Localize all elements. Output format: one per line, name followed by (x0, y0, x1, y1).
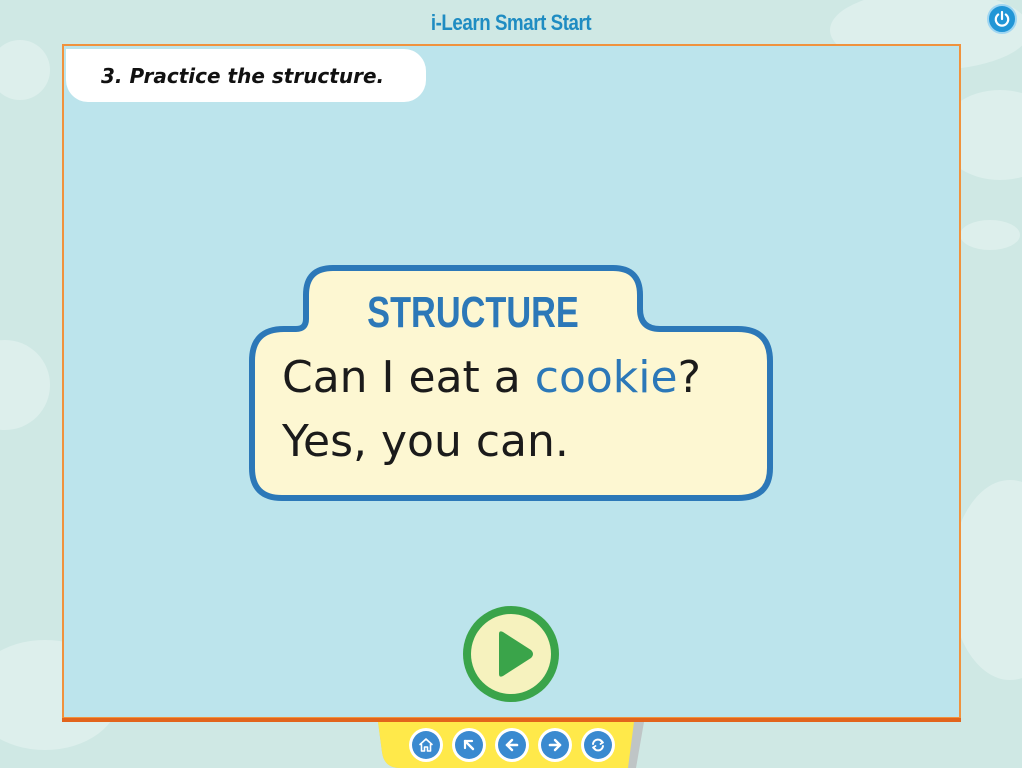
instruction-tab: 3. Practice the structure. (66, 49, 426, 102)
home-icon (419, 738, 433, 752)
previous-button[interactable] (495, 728, 529, 762)
next-button[interactable] (538, 728, 572, 762)
question-text-end: ? (677, 352, 701, 403)
structure-answer: Yes, you can. (282, 416, 569, 467)
power-button[interactable] (987, 4, 1017, 34)
back-to-start-icon (463, 739, 475, 751)
background-cloud (0, 340, 50, 430)
question-text-start: Can I eat a (282, 352, 535, 403)
question-highlight-word: cookie (534, 352, 678, 403)
instruction-text: 3. Practice the structure. (101, 63, 385, 88)
power-icon (994, 10, 1010, 27)
refresh-icon (592, 738, 604, 752)
background-cloud (0, 40, 50, 100)
structure-question: Can I eat a cookie? (282, 352, 701, 403)
structure-heading: STRUCTURE (367, 288, 579, 337)
app-title: i-Learn Smart Start (430, 10, 592, 35)
background-cloud (960, 220, 1020, 250)
home-button[interactable] (409, 728, 443, 762)
play-button[interactable] (459, 602, 563, 706)
back-to-start-button[interactable] (452, 728, 486, 762)
play-icon (463, 606, 559, 702)
next-icon (548, 738, 562, 752)
previous-icon (505, 738, 519, 752)
structure-card: STRUCTURE Can I eat a cookie? Yes, you c… (248, 264, 774, 502)
refresh-button[interactable] (581, 728, 615, 762)
navigation-bar (378, 722, 644, 768)
